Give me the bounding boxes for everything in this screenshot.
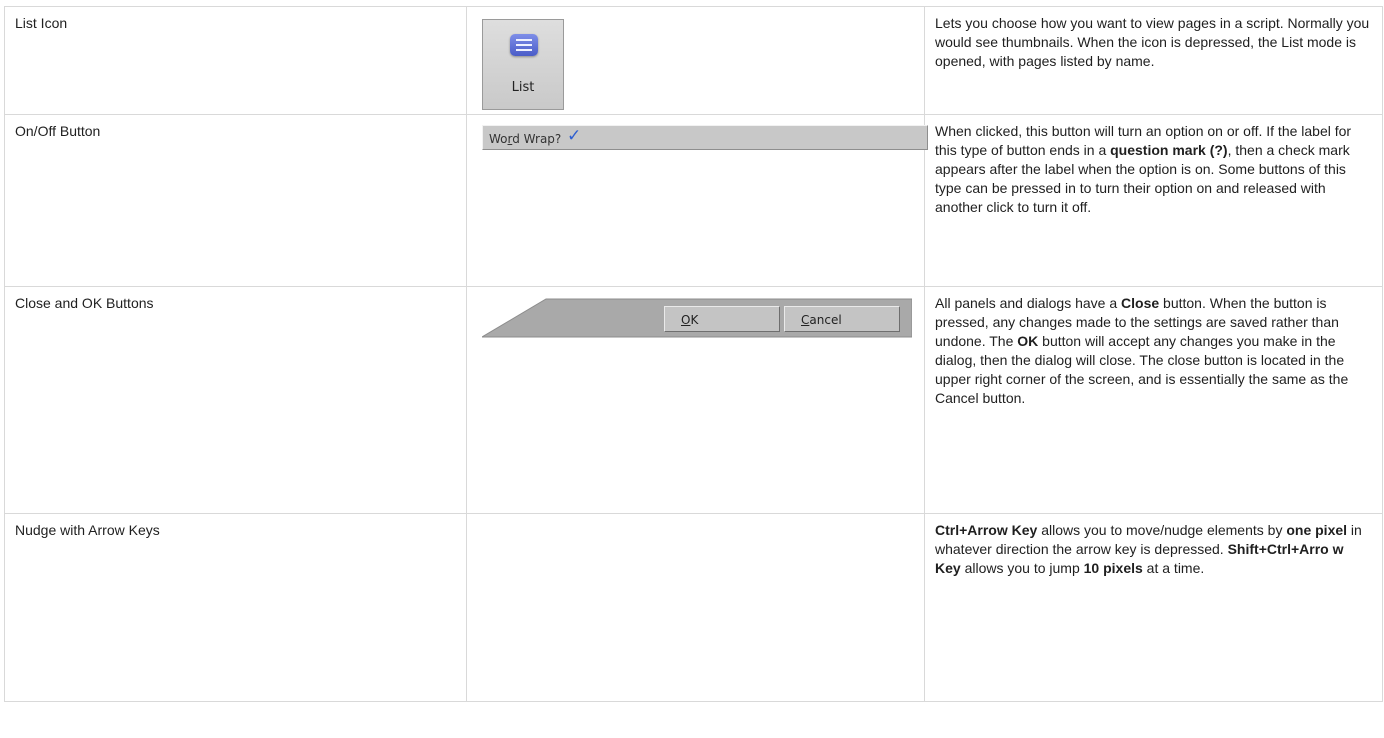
- cancel-button: Cancel: [784, 306, 900, 332]
- feature-name-cell: On/Off Button: [4, 114, 467, 287]
- feature-description: All panels and dialogs have a Close butt…: [935, 295, 1349, 406]
- table-row: Nudge with Arrow Keys Ctrl+Arrow Key all…: [4, 513, 1383, 702]
- table-row: On/Off Button Word Wrap? ✓ When clicked,…: [4, 114, 1383, 287]
- feature-name-cell: Close and OK Buttons: [4, 286, 467, 514]
- feature-description: Lets you choose how you want to view pag…: [935, 15, 1370, 69]
- feature-name: Nudge with Arrow Keys: [15, 522, 160, 538]
- word-wrap-toggle-image: Word Wrap? ✓: [482, 125, 928, 150]
- feature-name-cell: Nudge with Arrow Keys: [4, 513, 467, 702]
- feature-description-cell: All panels and dialogs have a Close butt…: [924, 286, 1383, 514]
- feature-image-cell: List: [466, 6, 925, 115]
- feature-description: Ctrl+Arrow Key allows you to move/nudge …: [935, 522, 1362, 576]
- feature-name: Close and OK Buttons: [15, 295, 154, 311]
- feature-image-cell: OK Cancel: [466, 286, 925, 514]
- feature-description-cell: When clicked, this button will turn an o…: [924, 114, 1383, 287]
- table-row: Close and OK Buttons OK Cancel All panel…: [4, 286, 1383, 514]
- list-icon: [510, 34, 538, 56]
- reference-table: List Icon List Lets you choose how you w…: [4, 6, 1383, 702]
- checkmark-icon: ✓: [567, 126, 582, 146]
- table-row: List Icon List Lets you choose how you w…: [4, 6, 1383, 115]
- feature-description-cell: Lets you choose how you want to view pag…: [924, 6, 1383, 115]
- feature-image-cell: Word Wrap? ✓: [466, 114, 928, 287]
- feature-name: On/Off Button: [15, 123, 101, 139]
- feature-description: When clicked, this button will turn an o…: [935, 123, 1352, 215]
- feature-image-cell: [466, 513, 925, 702]
- feature-name: List Icon: [15, 15, 68, 31]
- feature-name-cell: List Icon: [4, 6, 467, 115]
- ok-cancel-strip-image: OK Cancel: [482, 298, 912, 338]
- ok-button: OK: [664, 306, 780, 332]
- list-button-image: List: [482, 19, 564, 110]
- list-button-caption: List: [511, 80, 535, 95]
- word-wrap-label: Word Wrap?: [489, 132, 562, 146]
- feature-description-cell: Ctrl+Arrow Key allows you to move/nudge …: [924, 513, 1383, 702]
